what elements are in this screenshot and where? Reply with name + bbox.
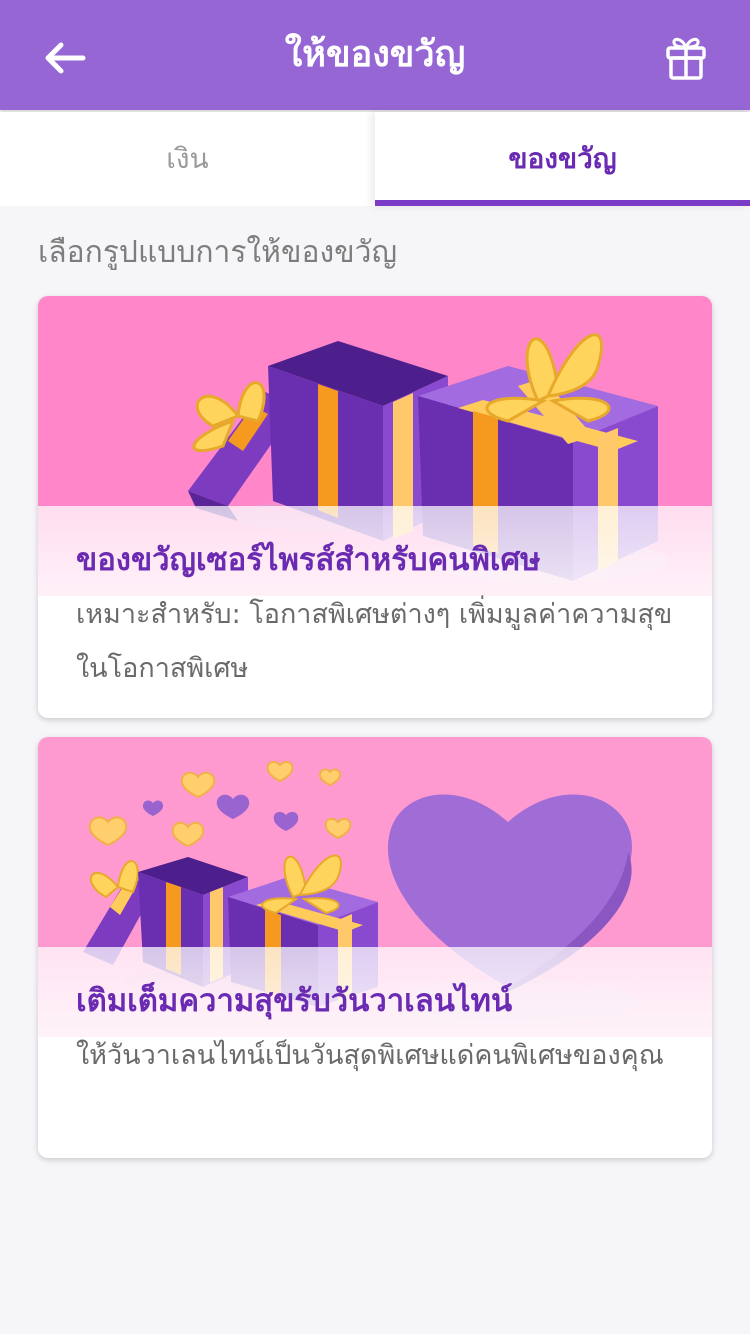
active-tab-indicator bbox=[375, 200, 750, 206]
app-header: ให้ของขวัญ bbox=[0, 0, 750, 110]
arrow-left-icon bbox=[45, 42, 86, 74]
card-description: ให้วันวาเลนไทน์เป็นวันสุดพิเศษแด่คนพิเศษ… bbox=[76, 1040, 664, 1071]
gift-card-surprise[interactable]: ของขวัญเซอร์ไพรส์สำหรับคนพิเศษ เหมาะสำหร… bbox=[38, 296, 712, 718]
tab-gift[interactable]: ของขวัญ bbox=[375, 112, 750, 206]
tab-bar: เงิน ของขวัญ bbox=[0, 112, 750, 206]
gift-box-icon bbox=[666, 37, 706, 80]
section-label: เลือกรูปแบบการให้ของขวัญ bbox=[38, 235, 398, 270]
gift-button[interactable] bbox=[656, 30, 716, 86]
card-title: ของขวัญเซอร์ไพรส์สำหรับคนพิเศษ bbox=[76, 542, 541, 578]
card-description: เหมาะสำหรับ: โอกาสพิเศษต่างๆ เพิ่มมูลค่า… bbox=[76, 599, 673, 684]
back-button[interactable] bbox=[30, 30, 100, 86]
card-title: เติมเต็มความสุขรับวันวาเลนไทน์ bbox=[76, 983, 513, 1019]
tab-money[interactable]: เงิน bbox=[0, 112, 375, 206]
gift-card-valentine[interactable]: เติมเต็มความสุขรับวันวาเลนไทน์ ให้วันวาเ… bbox=[38, 737, 712, 1158]
page-title: ให้ของขวัญ bbox=[284, 34, 466, 75]
